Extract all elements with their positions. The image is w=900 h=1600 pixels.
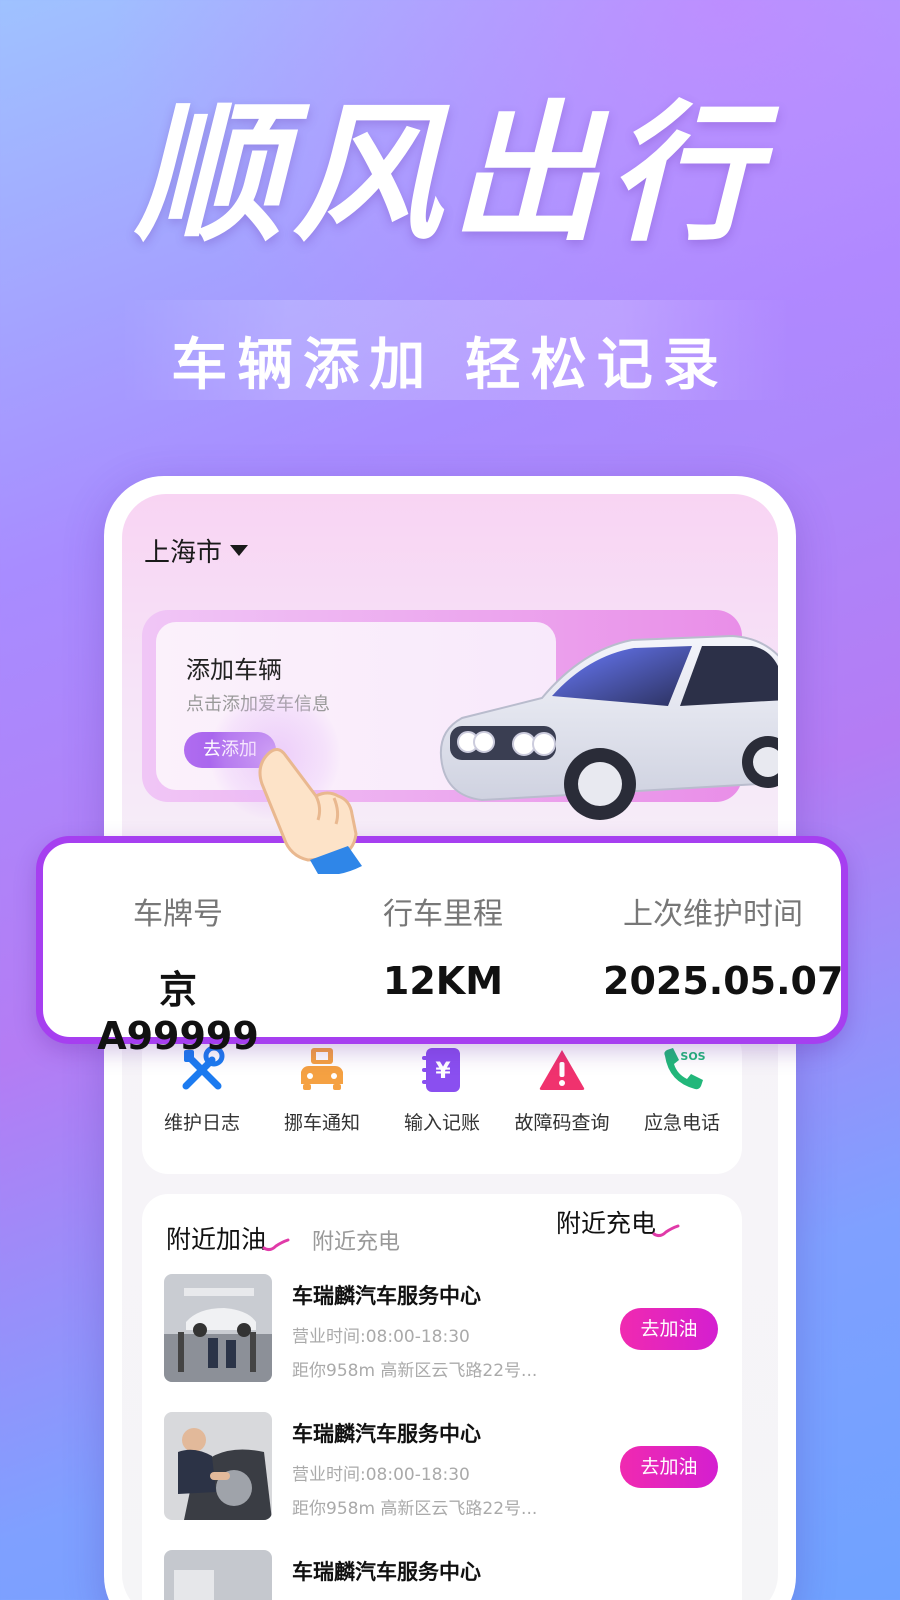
car-illustration: [440, 634, 778, 820]
shop-distance: 距你958m 高新区云飞路22号...: [292, 1361, 538, 1381]
tab-nearby-fuel[interactable]: 附近加油: [166, 1220, 266, 1256]
tab-nearby-charging-overlay[interactable]: 附近充电: [556, 1204, 656, 1240]
mileage-label: 行车里程: [383, 897, 503, 932]
shop-hours: 营业时间:08:00-18:30: [292, 1465, 470, 1485]
plate-value: 京A99999: [97, 968, 259, 1058]
hero-subtitle: 车辆添加 轻松记录: [171, 333, 729, 398]
tool-emergency-call[interactable]: SOS 应急电话: [622, 1044, 742, 1135]
shop-name: 车瑞麟汽车服务中心: [292, 1560, 481, 1584]
shop-hours: 营业时间:08:00-18:30: [292, 1327, 470, 1347]
tool-label: 故障码查询: [514, 1112, 610, 1134]
go-refuel-button[interactable]: 去加油: [620, 1308, 718, 1350]
city-selector[interactable]: 上海市: [144, 532, 249, 569]
yuan-ledger-icon: ¥: [416, 1044, 468, 1096]
pointing-hand-icon: [258, 748, 362, 874]
tool-label: 挪车通知: [283, 1112, 360, 1134]
tab-underline-check-icon: [652, 1224, 680, 1238]
shop-name: 车瑞麟汽车服务中心: [292, 1422, 481, 1446]
shop-photo: [164, 1550, 272, 1600]
hero-title: 顺风出行: [133, 88, 766, 262]
tab-underline-check-icon: [262, 1238, 290, 1252]
tool-fault-code[interactable]: 故障码查询: [502, 1044, 622, 1135]
mileage-value: 12KM: [382, 959, 504, 1003]
vehicle-info-card: 车牌号 京A99999 行车里程 12KM 上次维护时间 2025.05.07: [36, 836, 848, 1058]
warning-icon: [536, 1044, 588, 1096]
tool-move-car-notice[interactable]: 挪车通知: [262, 1044, 382, 1135]
tool-label: 应急电话: [643, 1112, 720, 1134]
maintenance-column: 上次维护时间 2025.05.07: [603, 889, 844, 1003]
sos-phone-icon: SOS: [656, 1044, 708, 1096]
plate-column: 车牌号 京A99999: [83, 889, 273, 1058]
list-item[interactable]: 车瑞麟汽车服务中心 营业时间:08:00-18:30 距你958m 高新区云飞路…: [164, 1274, 724, 1384]
list-item[interactable]: 车瑞麟汽车服务中心 营业时间:08:00-18:30 距你958m 高新区云飞路…: [164, 1412, 724, 1522]
city-label: 上海市: [144, 538, 223, 568]
maintenance-value: 2025.05.07: [603, 959, 844, 1003]
tool-label: 维护日志: [163, 1112, 240, 1134]
svg-text:SOS: SOS: [680, 1050, 705, 1063]
shop-distance: 距你958m 高新区云飞路22号...: [292, 1499, 538, 1519]
go-refuel-button[interactable]: 去加油: [620, 1446, 718, 1488]
add-vehicle-title: 添加车辆: [186, 656, 282, 684]
plate-label: 车牌号: [133, 897, 223, 932]
tab-nearby-charging[interactable]: 附近充电: [312, 1224, 400, 1256]
shop-name: 车瑞麟汽车服务中心: [292, 1284, 481, 1308]
svg-text:¥: ¥: [435, 1059, 451, 1084]
list-item[interactable]: 车瑞麟汽车服务中心: [164, 1550, 724, 1600]
tool-bookkeeping[interactable]: ¥ 输入记账: [382, 1044, 502, 1135]
maintenance-label: 上次维护时间: [623, 897, 803, 932]
shop-photo: [164, 1274, 272, 1382]
shop-photo: [164, 1412, 272, 1520]
caret-down-icon: [230, 545, 249, 556]
tool-label: 输入记账: [403, 1112, 480, 1134]
mileage-column: 行车里程 12KM: [343, 889, 543, 1003]
car-notice-icon: [296, 1044, 348, 1096]
